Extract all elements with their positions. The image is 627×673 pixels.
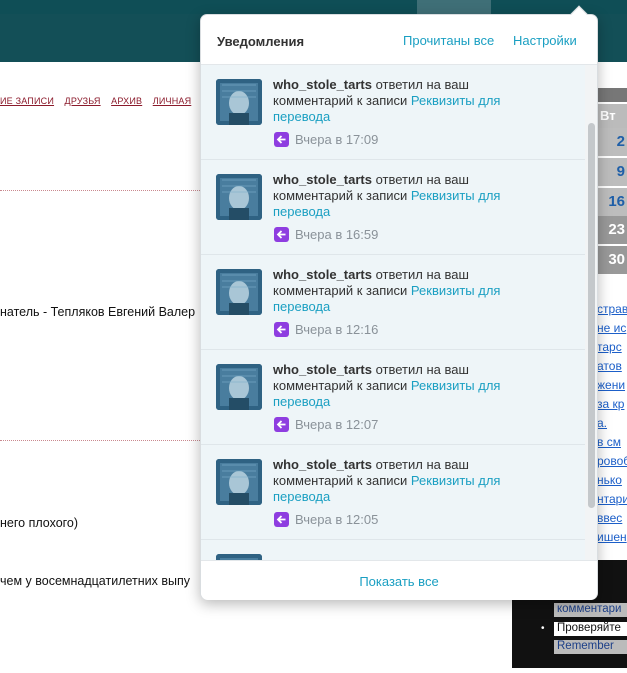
sidebar-link[interactable]: за кр <box>597 395 627 414</box>
avatar[interactable] <box>216 269 262 315</box>
sidebar-link[interactable]: ввес <box>597 509 627 528</box>
sidebar-bottom-link[interactable]: Remember <box>554 640 627 654</box>
sidebar-link[interactable]: нтари <box>597 490 627 509</box>
notification-text: who_stole_tarts ответил на ваш комментар… <box>273 457 533 505</box>
notification-item[interactable]: who_stole_tarts ответил на ваш комментар… <box>201 65 585 160</box>
notification-text: who_stole_tarts ответил на ваш комментар… <box>273 172 533 220</box>
notification-text: who_stole_tarts ответил на ваш комментар… <box>273 267 533 315</box>
notification-time: Вчера в 16:59 <box>295 227 379 242</box>
reply-arrow-icon <box>274 227 289 242</box>
reply-arrow-icon <box>274 512 289 527</box>
sidebar-bottom-link[interactable]: Проверяйте <box>554 622 627 636</box>
divider <box>0 440 200 441</box>
nav-link-profile[interactable]: ЛИЧНАЯ <box>153 96 192 106</box>
reply-arrow-icon <box>274 417 289 432</box>
notification-text: who_stole_tarts ответил на ваш комментар… <box>273 77 533 125</box>
sidebar-link[interactable]: атов <box>597 357 627 376</box>
sidebar-link[interactable]: нько <box>597 471 627 490</box>
popup-title: Уведомления <box>217 34 305 49</box>
sidebar-links: страв не ис тарс атов жени за кр а. в см… <box>597 300 627 547</box>
entry-text: него плохого) <box>0 516 79 530</box>
notification-meta: Вчера в 12:05 <box>274 512 378 528</box>
sidebar-bottom-link[interactable]: комментари <box>554 603 627 617</box>
reply-arrow-icon <box>274 132 289 147</box>
user-link[interactable]: who_stole_tarts <box>273 172 372 187</box>
notifications-popup: Уведомления Прочитаны все Настройки who_… <box>200 5 598 600</box>
settings-link[interactable]: Настройки <box>513 33 577 48</box>
calendar-day[interactable]: 30 <box>598 246 627 274</box>
scrollbar-thumb[interactable] <box>588 123 595 508</box>
sidebar-link[interactable]: не ис <box>597 319 627 338</box>
notification-meta: Вчера в 12:07 <box>274 417 378 433</box>
calendar-day[interactable]: 16 <box>598 188 627 216</box>
notification-item-partial[interactable] <box>201 540 585 560</box>
user-link[interactable]: who_stole_tarts <box>273 267 372 282</box>
avatar[interactable] <box>216 364 262 410</box>
sidebar-link[interactable]: а. <box>597 414 627 433</box>
sidebar-link[interactable]: страв <box>597 300 627 319</box>
avatar[interactable] <box>216 174 262 220</box>
notification-text: who_stole_tarts ответил на ваш комментар… <box>273 362 533 410</box>
calendar-day[interactable]: 23 <box>598 216 627 244</box>
mark-all-read-link[interactable]: Прочитаны все <box>403 33 494 48</box>
user-link[interactable]: who_stole_tarts <box>273 457 372 472</box>
entry-text: натель - Тепляков Евгений Валер <box>0 305 196 319</box>
calendar-header <box>598 88 627 102</box>
nav-link-entries[interactable]: ИЕ ЗАПИСИ <box>0 96 54 106</box>
user-link[interactable]: who_stole_tarts <box>273 362 372 377</box>
notification-time: Вчера в 12:16 <box>295 322 379 337</box>
notification-time: Вчера в 12:05 <box>295 512 379 527</box>
popup-footer: Показать все <box>201 560 597 600</box>
notification-item[interactable]: who_stole_tarts ответил на ваш комментар… <box>201 255 585 350</box>
sidebar-link[interactable]: ишен <box>597 528 627 547</box>
notification-meta: Вчера в 17:09 <box>274 132 378 148</box>
nav-link-archive[interactable]: АРХИВ <box>111 96 142 106</box>
sidebar-link[interactable]: в см <box>597 433 627 452</box>
nav-link-friends[interactable]: ДРУЗЬЯ <box>65 96 101 106</box>
show-all-link[interactable]: Показать все <box>359 574 438 589</box>
top-bar-tab[interactable] <box>417 0 491 14</box>
reply-arrow-icon <box>274 322 289 337</box>
user-link[interactable]: who_stole_tarts <box>273 77 372 92</box>
notification-meta: Вчера в 16:59 <box>274 227 378 243</box>
avatar[interactable] <box>216 459 262 505</box>
sidebar-link[interactable]: ровоб <box>597 452 627 471</box>
journal-nav: ИЕ ЗАПИСИ ДРУЗЬЯ АРХИВ ЛИЧНАЯ <box>0 96 199 110</box>
notification-item[interactable]: who_stole_tarts ответил на ваш комментар… <box>201 445 585 540</box>
popup-header: Уведомления Прочитаны все Настройки <box>201 15 597 65</box>
notification-list[interactable]: who_stole_tarts ответил на ваш комментар… <box>201 65 597 560</box>
avatar[interactable] <box>216 79 262 125</box>
entry-text: чем у восемнадцатилетних выпу <box>0 574 191 588</box>
notification-meta: Вчера в 12:16 <box>274 322 378 338</box>
calendar-day[interactable]: 9 <box>598 158 627 186</box>
bullet-icon: • <box>541 623 545 634</box>
divider <box>0 190 200 191</box>
sidebar-link[interactable]: тарс <box>597 338 627 357</box>
notification-time: Вчера в 17:09 <box>295 132 379 147</box>
notification-item[interactable]: who_stole_tarts ответил на ваш комментар… <box>201 350 585 445</box>
calendar-day[interactable]: 2 <box>598 128 627 156</box>
sidebar-link[interactable]: жени <box>597 376 627 395</box>
notification-time: Вчера в 12:07 <box>295 417 379 432</box>
top-bar <box>0 0 627 14</box>
notification-item[interactable]: who_stole_tarts ответил на ваш комментар… <box>201 160 585 255</box>
calendar-weekday: Вт <box>598 104 627 128</box>
